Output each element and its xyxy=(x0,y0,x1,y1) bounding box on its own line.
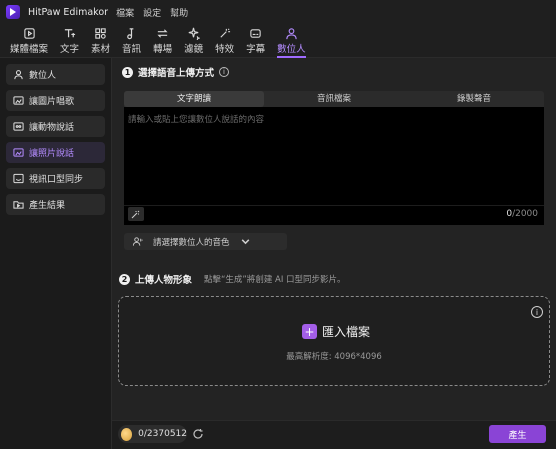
plus-icon: + xyxy=(302,324,317,339)
chevron-down-icon xyxy=(241,239,249,245)
credit-count: 0/2370512 xyxy=(138,429,187,439)
step2-hint: 點擊“生成”將創建 AI 口型同步影片。 xyxy=(204,275,346,285)
image-sing-icon xyxy=(13,95,24,106)
main-toolbar: 媒體檔案 文字 素材 音訊 轉場 濾鏡 特效 字幕 數位人 xyxy=(0,24,556,58)
subtitle-icon xyxy=(250,29,261,38)
sidebar-item-digital-human[interactable]: 數位人 xyxy=(6,64,105,85)
voice-source-tabs: 文字朗讀 音訊檔案 錄製聲音 xyxy=(124,91,544,107)
tool-subtitle[interactable]: 字幕 xyxy=(242,24,269,58)
sidebar-item-label: 視訊口型同步 xyxy=(29,175,84,185)
main-panel: 1 選擇語音上傳方式 i 文字朗讀 音訊檔案 錄製聲音 請輸入或貼上您讓數位人說… xyxy=(111,58,556,420)
speech-text-placeholder: 請輸入或貼上您讓數位人說話的內容 xyxy=(128,115,265,125)
tool-effects-label: 特效 xyxy=(215,44,235,55)
sidebar-item-results[interactable]: 產生結果 xyxy=(6,194,105,215)
tab-text-to-speech[interactable]: 文字朗讀 xyxy=(124,91,264,107)
sidebar-item-label: 數位人 xyxy=(29,71,57,81)
menu-file[interactable]: 檔案 xyxy=(116,6,134,19)
step1-header: 1 選擇語音上傳方式 i xyxy=(122,65,230,79)
tool-transition-label: 轉場 xyxy=(153,44,173,55)
generate-button[interactable]: 產生 xyxy=(489,425,546,443)
sidebar-item-image-sing[interactable]: 讓圖片唱歌 xyxy=(6,90,105,111)
tool-digital-human[interactable]: 數位人 xyxy=(273,24,310,58)
tool-assets-label: 素材 xyxy=(91,44,111,55)
lip-sync-icon xyxy=(13,173,24,184)
folder-icon xyxy=(13,199,24,210)
step2-number: 2 xyxy=(119,273,130,285)
import-file-button[interactable]: + 匯入檔案 xyxy=(302,323,370,340)
tool-subtitle-label: 字幕 xyxy=(246,44,266,55)
refresh-icon[interactable] xyxy=(192,428,204,440)
step1-number: 1 xyxy=(122,66,133,78)
sidebar: 數位人 讓圖片唱歌 讓動物說話 讓照片說話 視訊口型同步 產生結果 xyxy=(0,58,111,449)
tool-audio-label: 音訊 xyxy=(122,44,142,55)
magic-wand-icon xyxy=(131,210,140,219)
credit-balance: 0/2370512 xyxy=(118,425,187,443)
tool-text-label: 文字 xyxy=(60,44,80,55)
ai-write-button[interactable] xyxy=(128,207,144,221)
tool-digital-human-label: 數位人 xyxy=(277,44,306,55)
effects-icon xyxy=(220,28,231,38)
menu-settings[interactable]: 設定 xyxy=(143,6,161,19)
voice-person-icon xyxy=(132,237,143,246)
filter-icon xyxy=(188,27,201,40)
menu-bar: 檔案 設定 幫助 xyxy=(116,6,188,19)
person-icon xyxy=(13,69,24,80)
title-bar: HitPaw Edimakor 檔案 設定 幫助 xyxy=(0,0,556,24)
speech-text-input[interactable]: 請輸入或貼上您讓數位人說話的內容 0/2000 xyxy=(124,107,544,225)
text-icon xyxy=(64,29,76,38)
step2-title: 上傳人物形象 xyxy=(135,275,193,286)
max-resolution-text: 最高解析度: 4096*4096 xyxy=(286,352,382,362)
tab-audio-file[interactable]: 音訊檔案 xyxy=(264,91,404,107)
sidebar-item-label: 讓照片說話 xyxy=(29,149,75,159)
tool-filter-label: 濾鏡 xyxy=(184,44,204,55)
step1-title: 選擇語音上傳方式 xyxy=(138,68,215,79)
import-file-label: 匯入檔案 xyxy=(322,325,371,339)
media-icon xyxy=(23,28,35,39)
sidebar-item-label: 產生結果 xyxy=(29,201,66,211)
char-count-max: /2000 xyxy=(512,209,538,219)
tool-media[interactable]: 媒體檔案 xyxy=(6,24,52,58)
photo-talk-icon xyxy=(13,147,24,158)
tab-record-voice[interactable]: 錄製聲音 xyxy=(404,91,544,107)
tool-assets[interactable]: 素材 xyxy=(87,24,114,58)
sidebar-item-lip-sync[interactable]: 視訊口型同步 xyxy=(6,168,105,189)
tool-effects[interactable]: 特效 xyxy=(211,24,238,58)
tool-text[interactable]: 文字 xyxy=(56,24,83,58)
info-icon[interactable]: i xyxy=(219,67,230,77)
animal-talk-icon xyxy=(13,121,24,132)
audio-icon xyxy=(127,28,134,40)
sidebar-item-label: 讓圖片唱歌 xyxy=(29,97,75,107)
voice-select-label: 請選擇數位人的音色 xyxy=(153,237,230,248)
step2-header: 2 上傳人物形象 點擊“生成”將創建 AI 口型同步影片。 xyxy=(119,272,346,286)
char-count: 0/2000 xyxy=(506,209,538,219)
tool-media-label: 媒體檔案 xyxy=(10,44,49,55)
footer-bar: 0/2370512 產生 xyxy=(111,420,556,449)
tool-filter[interactable]: 濾鏡 xyxy=(180,24,207,58)
tool-audio[interactable]: 音訊 xyxy=(118,24,145,58)
voice-select-dropdown[interactable]: 請選擇數位人的音色 xyxy=(124,233,287,250)
sidebar-item-animal-talk[interactable]: 讓動物說話 xyxy=(6,116,105,137)
tool-transition[interactable]: 轉場 xyxy=(149,24,176,58)
info-icon[interactable]: i xyxy=(531,306,543,318)
menu-help[interactable]: 幫助 xyxy=(170,6,188,19)
app-logo-icon xyxy=(6,5,20,19)
image-upload-dropzone[interactable]: i + 匯入檔案 最高解析度: 4096*4096 xyxy=(118,296,550,386)
divider xyxy=(124,205,544,206)
sidebar-item-photo-talk[interactable]: 讓照片說話 xyxy=(6,142,105,163)
assets-icon xyxy=(95,28,106,39)
app-title: HitPaw Edimakor xyxy=(28,6,109,18)
sidebar-item-label: 讓動物說話 xyxy=(29,123,75,133)
coin-icon xyxy=(121,427,133,441)
digital-human-icon xyxy=(286,28,297,40)
transition-icon xyxy=(157,29,168,38)
